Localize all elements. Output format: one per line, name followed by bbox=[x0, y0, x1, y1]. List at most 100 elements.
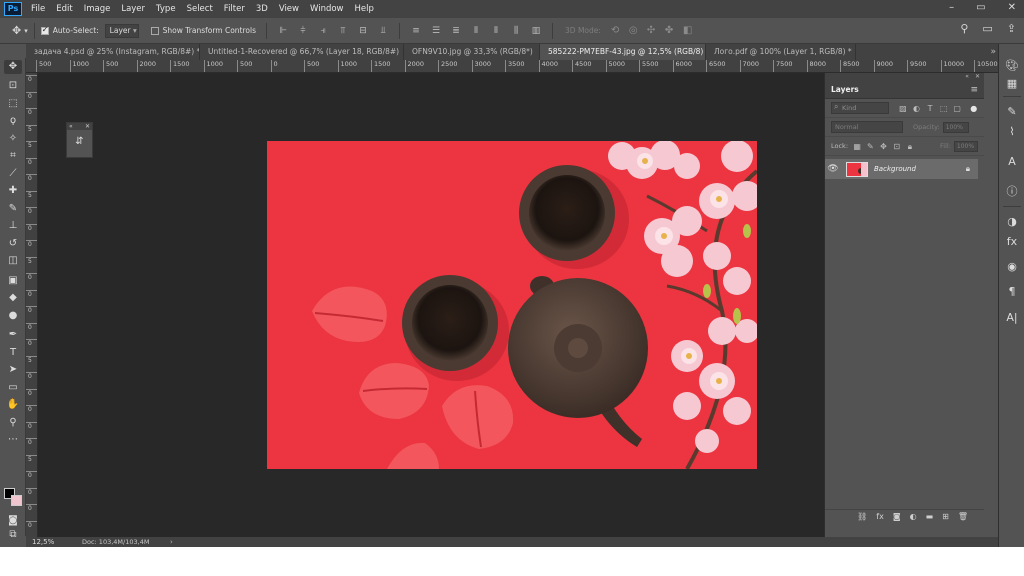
layer-row-background[interactable]: 👁︎ Background 🔒︎ bbox=[825, 159, 978, 179]
paragraph-panel-icon[interactable]: ¶ bbox=[1004, 284, 1020, 300]
adjustment-filter-icon[interactable]: ◐ bbox=[912, 104, 921, 113]
3d-roll-icon[interactable]: ◎ bbox=[629, 25, 639, 36]
3d-slide-icon[interactable]: ✤ bbox=[665, 25, 675, 36]
show-transform-checkbox[interactable] bbox=[150, 26, 159, 35]
eyedropper-tool-icon[interactable]: ⟋ bbox=[4, 167, 22, 181]
3d-rotate-icon[interactable]: ⟲ bbox=[611, 25, 621, 36]
crop-tool-icon[interactable]: ⌗ bbox=[4, 149, 22, 163]
tab-overflow-icon[interactable]: » bbox=[990, 44, 996, 60]
distribute-left-icon[interactable]: ⫴ bbox=[471, 26, 481, 36]
minimize-button[interactable]: – bbox=[949, 2, 954, 13]
canvas-area[interactable] bbox=[38, 73, 824, 537]
align-top-edges-icon[interactable]: ⫪ bbox=[338, 26, 348, 36]
blur-tool-icon[interactable]: ◆ bbox=[4, 291, 22, 305]
adjustments-panel-icon[interactable]: ◑ bbox=[1004, 214, 1020, 230]
magic-wand-tool-icon[interactable]: ✧ bbox=[4, 132, 22, 146]
visibility-eye-icon[interactable]: 👁︎ bbox=[825, 164, 841, 174]
path-selection-tool-icon[interactable]: ➤ bbox=[4, 363, 22, 377]
3d-pan-icon[interactable]: ✣ bbox=[647, 25, 657, 36]
hand-tool-icon[interactable]: ✋ bbox=[4, 398, 22, 412]
type-tool-icon[interactable]: T bbox=[4, 346, 22, 360]
menu-view[interactable]: View bbox=[279, 4, 299, 14]
info-panel-icon[interactable]: ⓘ bbox=[1004, 184, 1020, 200]
menu-help[interactable]: Help bbox=[355, 4, 374, 14]
menu-file[interactable]: File bbox=[31, 4, 45, 14]
distribute-top-icon[interactable]: ≡ bbox=[411, 26, 421, 36]
align-vertical-centers-icon[interactable]: ⊟ bbox=[358, 26, 368, 36]
pixel-filter-icon[interactable]: ▨ bbox=[899, 104, 908, 113]
menu-edit[interactable]: Edit bbox=[56, 4, 72, 14]
history-brush-tool-icon[interactable]: ↺ bbox=[4, 237, 22, 251]
zoom-level[interactable]: 12,5% bbox=[26, 538, 78, 546]
clone-source-icon[interactable]: ⌇ bbox=[1004, 124, 1020, 140]
shape-tool-icon[interactable]: ▭ bbox=[4, 381, 22, 395]
menu-filter[interactable]: Filter bbox=[224, 4, 245, 14]
lasso-tool-icon[interactable]: ϙ bbox=[4, 114, 22, 128]
auto-select-target-dropdown[interactable]: Layer ▾ bbox=[104, 23, 139, 38]
menu-select[interactable]: Select bbox=[187, 4, 213, 14]
mini-panel-header[interactable]: «✕ bbox=[67, 123, 92, 130]
new-group-icon[interactable]: ▬ bbox=[926, 512, 934, 521]
lock-transparent-icon[interactable]: ▦ bbox=[853, 142, 861, 151]
close-icon[interactable]: ✕ bbox=[85, 123, 90, 130]
status-menu-icon[interactable]: › bbox=[170, 538, 173, 546]
lock-artboard-icon[interactable]: ⊡ bbox=[893, 142, 901, 151]
color-panel-icon[interactable]: 🎨︎ bbox=[1004, 58, 1020, 74]
gradient-tool-icon[interactable]: ▣ bbox=[4, 274, 22, 288]
link-layers-icon[interactable]: ⛓ bbox=[857, 512, 867, 521]
document-tab[interactable]: OFN9V10.jpg @ 33,3% (RGB/8*)× bbox=[404, 44, 540, 60]
pen-tool-icon[interactable]: ✒ bbox=[4, 328, 22, 342]
channels-panel-icon[interactable]: ◉ bbox=[1004, 259, 1020, 275]
distribute-bottom-icon[interactable]: ≣ bbox=[451, 26, 461, 36]
eraser-tool-icon[interactable]: ◫ bbox=[4, 254, 22, 268]
document-tab[interactable]: задача 4.psd @ 25% (Instagram, RGB/8#) *… bbox=[26, 44, 200, 60]
align-left-edges-icon[interactable]: ⊩ bbox=[278, 26, 288, 36]
dodge-tool-icon[interactable]: ● bbox=[4, 309, 22, 323]
document-image[interactable] bbox=[267, 141, 757, 469]
restore-button[interactable]: ▭ bbox=[976, 2, 985, 13]
workspace-icon[interactable]: ▭ bbox=[982, 22, 992, 35]
lock-position-icon[interactable]: ✥ bbox=[879, 142, 887, 151]
layer-name[interactable]: Background bbox=[874, 165, 966, 173]
background-color-swatch[interactable] bbox=[11, 495, 22, 506]
layer-kind-filter[interactable]: Kind bbox=[831, 102, 889, 114]
menu-image[interactable]: Image bbox=[84, 4, 111, 14]
chevron-down-icon[interactable]: ▾ bbox=[24, 27, 28, 35]
new-layer-icon[interactable]: ⊞ bbox=[942, 512, 949, 521]
share-icon[interactable]: ⇪ bbox=[1007, 22, 1016, 35]
document-tab[interactable]: Лого.pdf @ 100% (Layer 1, RGB/8) *× bbox=[706, 44, 856, 60]
glyphs-panel-icon[interactable]: A| bbox=[1004, 310, 1020, 326]
align-right-edges-icon[interactable]: ⫣ bbox=[318, 26, 328, 36]
new-adjustment-icon[interactable]: ◐ bbox=[910, 512, 917, 521]
distribute-right-icon[interactable]: ⫼ bbox=[511, 26, 521, 36]
shape-filter-icon[interactable]: ⬚ bbox=[939, 104, 948, 113]
properties-icon[interactable]: ⇵ bbox=[67, 136, 92, 147]
auto-align-icon[interactable]: ▥ bbox=[531, 26, 541, 36]
menu-type[interactable]: Type bbox=[156, 4, 176, 14]
layer-style-icon[interactable]: fx bbox=[876, 512, 884, 521]
delete-layer-icon[interactable]: 🗑︎ bbox=[958, 512, 968, 521]
tab-layers[interactable]: Layers bbox=[831, 85, 859, 94]
close-icon[interactable]: ✕ bbox=[975, 73, 980, 81]
opacity-field[interactable]: 100% bbox=[942, 121, 969, 133]
document-tab[interactable]: Untitled-1-Recovered @ 66,7% (Layer 18, … bbox=[200, 44, 404, 60]
move-tool-icon[interactable]: ✥ bbox=[12, 24, 21, 37]
close-button[interactable]: ✕ bbox=[1008, 2, 1016, 13]
move-tool-icon[interactable]: ✥ bbox=[4, 60, 22, 74]
styles-panel-icon[interactable]: fx bbox=[1004, 234, 1020, 250]
spot-healing-tool-icon[interactable]: ✚ bbox=[4, 184, 22, 198]
3d-scale-icon[interactable]: ◧ bbox=[683, 25, 693, 36]
add-mask-icon[interactable]: ◙ bbox=[893, 512, 901, 521]
fill-field[interactable]: 100% bbox=[953, 140, 978, 152]
menu-window[interactable]: Window bbox=[310, 4, 344, 14]
smart-object-filter-icon[interactable]: ▢ bbox=[953, 104, 962, 113]
lock-pixels-icon[interactable]: ✎ bbox=[866, 142, 874, 151]
align-horizontal-centers-icon[interactable]: ⫩ bbox=[298, 26, 308, 36]
auto-select-checkbox[interactable] bbox=[40, 25, 49, 35]
brush-tool-icon[interactable]: ✎ bbox=[4, 202, 22, 216]
type-filter-icon[interactable]: T bbox=[926, 104, 935, 113]
clone-stamp-tool-icon[interactable]: ⊥ bbox=[4, 219, 22, 233]
character-panel-icon[interactable]: A bbox=[1004, 154, 1020, 170]
search-icon[interactable]: ⚲ bbox=[960, 22, 968, 35]
zoom-tool-icon[interactable]: ⚲ bbox=[4, 416, 22, 430]
